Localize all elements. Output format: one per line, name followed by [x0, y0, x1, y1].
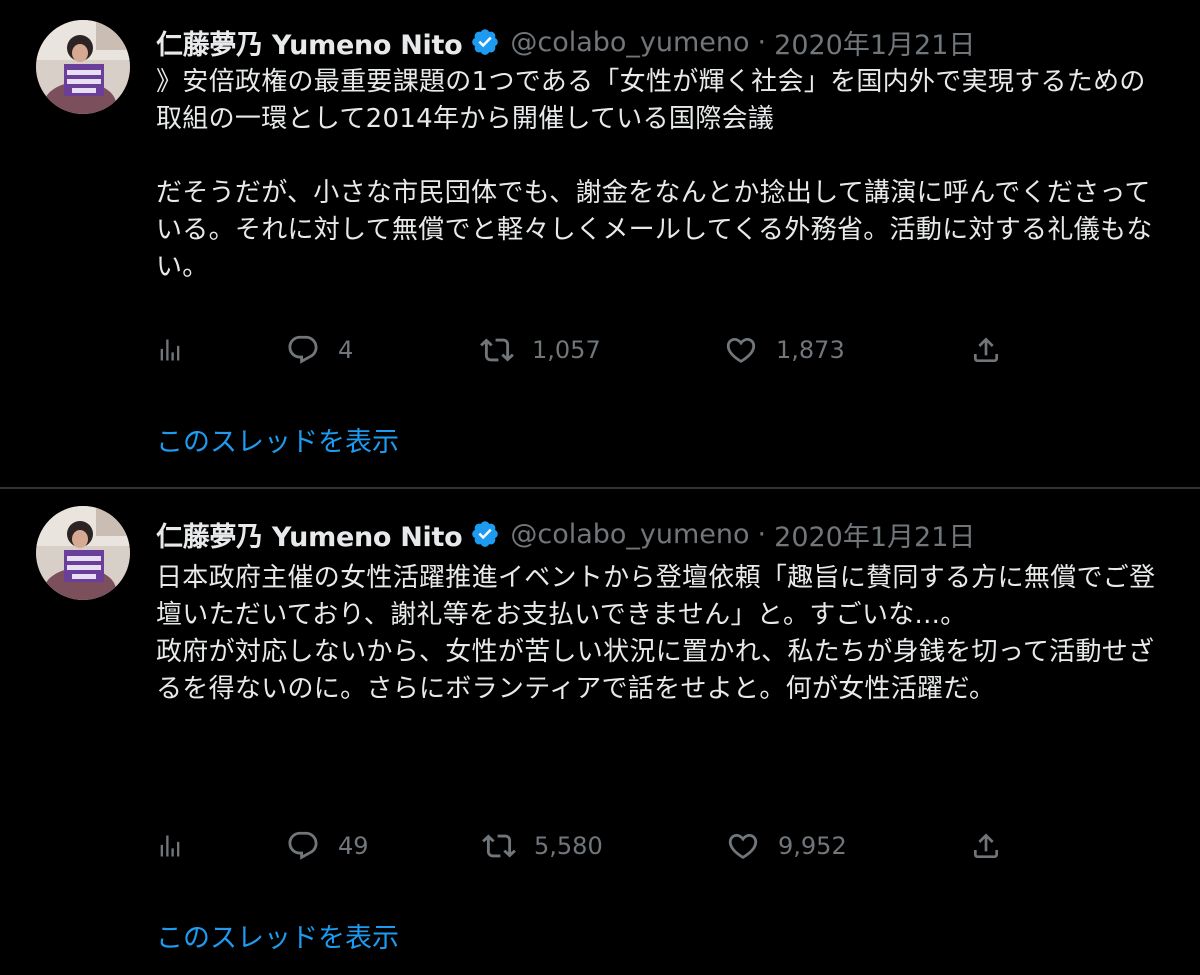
tweet-header: 仁藤夢乃 Yumeno Nito @colabo_yumeno · 2020年1…: [156, 22, 975, 62]
separator-dot: ·: [757, 518, 767, 550]
tweet[interactable]: 仁藤夢乃 Yumeno Nito @colabo_yumeno · 2020年1…: [0, 0, 1200, 488]
share-button[interactable]: [970, 826, 1002, 866]
share-icon: [970, 830, 1002, 862]
retweet-icon: [480, 333, 514, 367]
reply-button[interactable]: 4: [286, 330, 353, 370]
display-name[interactable]: 仁藤夢乃 Yumeno Nito: [156, 23, 463, 62]
reply-count: 49: [338, 832, 369, 860]
like-count: 9,952: [778, 832, 847, 860]
tweet-date[interactable]: 2020年1月21日: [774, 23, 975, 62]
verified-badge-icon: [470, 27, 500, 57]
tweet-text: 日本政府主催の女性活躍推進イベントから登壇依頼「趣旨に賛同する方に無償でご登壇い…: [156, 563, 1156, 704]
tweet-header: 仁藤夢乃 Yumeno Nito @colabo_yumeno · 2020年1…: [156, 514, 975, 554]
user-handle[interactable]: @colabo_yumeno: [510, 27, 749, 58]
share-icon: [970, 334, 1002, 366]
retweet-icon: [482, 829, 516, 863]
tweet-date[interactable]: 2020年1月21日: [774, 515, 975, 554]
heart-icon: [726, 829, 760, 863]
show-thread-link[interactable]: このスレッドを表示: [156, 916, 399, 955]
tweet-actions: 4 1,057 1,873: [156, 330, 1016, 370]
analytics-icon: [156, 336, 184, 364]
views-button[interactable]: [156, 330, 184, 370]
like-button[interactable]: 9,952: [726, 826, 847, 866]
like-count: 1,873: [776, 336, 845, 364]
show-thread-link[interactable]: このスレッドを表示: [156, 420, 399, 459]
avatar[interactable]: [36, 20, 130, 114]
share-button[interactable]: [970, 330, 1002, 370]
retweet-count: 1,057: [532, 336, 601, 364]
tweet[interactable]: 仁藤夢乃 Yumeno Nito @colabo_yumeno · 2020年1…: [0, 488, 1200, 975]
reply-icon: [286, 829, 320, 863]
verified-badge-icon: [470, 519, 500, 549]
display-name[interactable]: 仁藤夢乃 Yumeno Nito: [156, 515, 463, 554]
reply-icon: [286, 333, 320, 367]
analytics-icon: [156, 832, 184, 860]
heart-icon: [724, 333, 758, 367]
retweet-count: 5,580: [534, 832, 603, 860]
separator-dot: ·: [757, 26, 767, 58]
user-handle[interactable]: @colabo_yumeno: [510, 519, 749, 550]
like-button[interactable]: 1,873: [724, 330, 845, 370]
retweet-button[interactable]: 1,057: [480, 330, 601, 370]
reply-button[interactable]: 49: [286, 826, 369, 866]
avatar[interactable]: [36, 506, 130, 600]
tweet-actions: 49 5,580 9,952: [156, 826, 1016, 866]
views-button[interactable]: [156, 826, 184, 866]
tweet-text: 》安倍政権の最重要課題の1つである「女性が輝く社会」を国内外で実現するための取組…: [156, 67, 1153, 282]
reply-count: 4: [338, 336, 354, 364]
retweet-button[interactable]: 5,580: [482, 826, 603, 866]
